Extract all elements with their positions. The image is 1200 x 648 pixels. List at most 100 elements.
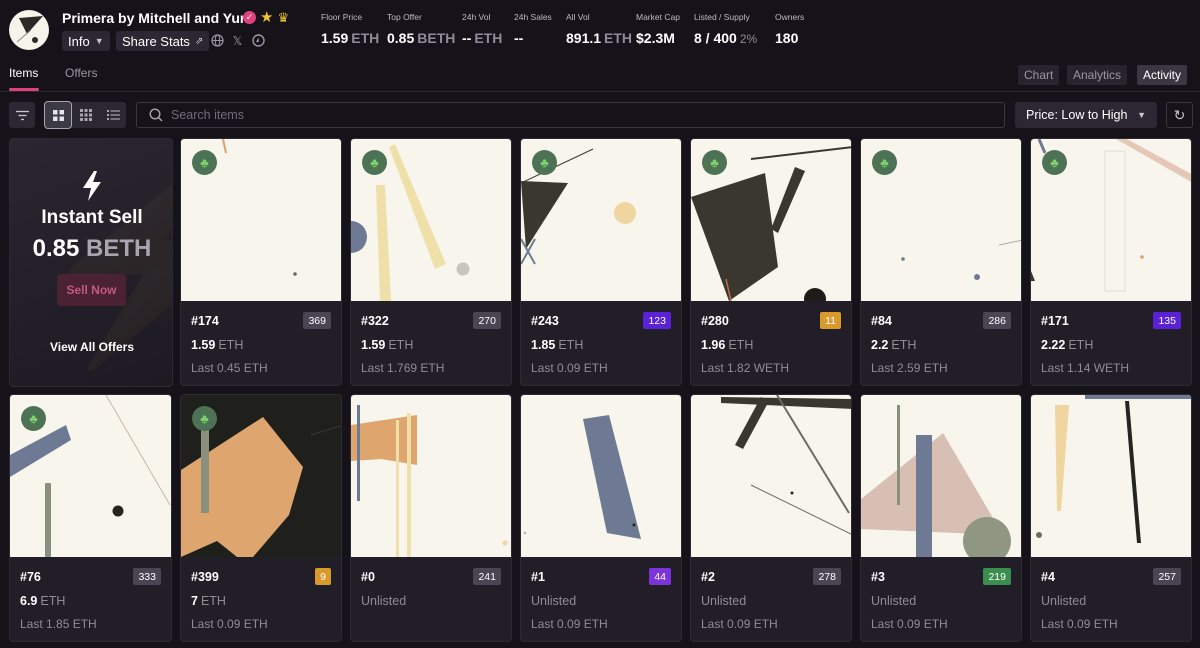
view-small-grid-button[interactable] [73, 102, 99, 128]
item-card[interactable]: ♣ #171 135 2.22 ETH Last 1.14 WETH [1030, 138, 1192, 386]
opensea-icon[interactable] [251, 33, 266, 48]
stat-owners: Owners 180 [775, 12, 805, 46]
item-artwork: ♣ [521, 139, 681, 301]
globe-icon[interactable] [210, 33, 225, 48]
item-last-sale: Last 1.769 ETH [361, 361, 445, 375]
tab-analytics[interactable]: Analytics [1067, 65, 1128, 85]
share-stats-label: Share Stats [122, 33, 190, 49]
rarity-rank-badge: 286 [983, 312, 1011, 329]
item-token-id: #84 [871, 314, 892, 328]
item-card[interactable]: #2 278 Unlisted Last 0.09 ETH [690, 394, 852, 642]
item-price: 2.2 ETH [871, 338, 917, 352]
item-last-sale: Last 0.09 ETH [871, 617, 948, 631]
item-token-id: #174 [191, 314, 219, 328]
verified-badge-icon: ✓ [243, 11, 256, 24]
info-dropdown-button[interactable]: Info ▼ [62, 31, 110, 51]
item-price: Unlisted [701, 594, 747, 608]
small-grid-icon [80, 109, 92, 121]
item-artwork: ♣ [181, 395, 341, 557]
item-token-id: #280 [701, 314, 729, 328]
item-price: 6.9 ETH [20, 594, 66, 608]
stat-all-vol: All Vol 891.1 ETH [566, 12, 633, 46]
tab-offers[interactable]: Offers [65, 66, 97, 80]
view-large-grid-button[interactable] [44, 101, 72, 129]
rarity-rank-badge: 369 [303, 312, 331, 329]
collection-avatar[interactable] [9, 10, 49, 50]
clover-icon: ♣ [1042, 150, 1067, 175]
rarity-rank-badge: 241 [473, 568, 501, 585]
rarity-rank-badge: 135 [1153, 312, 1181, 329]
tab-items[interactable]: Items [9, 66, 38, 80]
item-token-id: #322 [361, 314, 389, 328]
item-price: Unlisted [1041, 594, 1087, 608]
clover-icon: ♣ [192, 406, 217, 431]
item-card[interactable]: #0 241 Unlisted [350, 394, 512, 642]
item-artwork: ♣ [10, 395, 171, 557]
rarity-rank-badge: 278 [813, 568, 841, 585]
filter-toggle-button[interactable] [9, 102, 35, 128]
clover-icon: ♣ [702, 150, 727, 175]
item-token-id: #171 [1041, 314, 1069, 328]
view-list-button[interactable] [100, 102, 126, 128]
rarity-rank-badge: 123 [643, 312, 671, 329]
share-stats-button[interactable]: Share Stats ⇗ [116, 31, 210, 51]
item-last-sale: Last 0.45 ETH [191, 361, 268, 375]
search-input[interactable] [171, 108, 971, 122]
chevron-down-icon: ▼ [94, 36, 104, 46]
item-price: 1.59 ETH [361, 338, 414, 352]
search-icon [149, 108, 163, 122]
item-last-sale: Last 0.09 ETH [191, 617, 268, 631]
crown-icon: ♛ [277, 10, 290, 25]
chevron-down-icon: ▼ [1137, 110, 1146, 120]
stat-24h-vol: 24h Vol -- ETH [462, 12, 503, 46]
sort-dropdown[interactable]: Price: Low to High ▼ [1015, 102, 1157, 128]
rarity-rank-badge: 333 [133, 568, 161, 585]
item-card[interactable]: ♣ #280 11 1.96 ETH Last 1.82 WETH [690, 138, 852, 386]
instant-sell-amount: 0.85 BETH [32, 235, 152, 262]
tab-activity[interactable]: Activity [1137, 65, 1188, 85]
item-card[interactable]: #4 257 Unlisted Last 0.09 ETH [1030, 394, 1192, 642]
tabs-divider [0, 91, 1200, 92]
clover-icon: ♣ [362, 150, 387, 175]
lightning-icon [10, 171, 172, 201]
stat-top-offer: Top Offer 0.85 BETH [387, 12, 456, 46]
view-all-offers-link[interactable]: View All Offers [10, 340, 172, 354]
instant-sell-card: ⚡ Instant Sell 0.85 BETH Sell Now View A… [9, 138, 173, 387]
item-card[interactable]: ♣ #322 270 1.59 ETH Last 1.769 ETH [350, 138, 512, 386]
sell-now-button[interactable]: Sell Now [57, 274, 126, 306]
refresh-button[interactable]: ↻ [1166, 102, 1193, 128]
item-price: 1.96 ETH [701, 338, 754, 352]
item-card[interactable]: ♣ #84 286 2.2 ETH Last 2.59 ETH [860, 138, 1022, 386]
collection-header: Primera by Mitchell and Yun ✓ ★ ♛ Info ▼… [0, 0, 1200, 60]
stat-24h-sales: 24h Sales -- [514, 12, 552, 46]
item-artwork: ♣ [1031, 139, 1191, 301]
star-icon[interactable]: ★ [260, 10, 273, 25]
item-card[interactable]: #1 44 Unlisted Last 0.09 ETH [520, 394, 682, 642]
rarity-rank-badge: 11 [820, 312, 841, 329]
item-token-id: #1 [531, 570, 545, 584]
item-card[interactable]: #3 219 Unlisted Last 0.09 ETH [860, 394, 1022, 642]
clover-icon: ♣ [21, 406, 46, 431]
item-artwork [691, 395, 851, 557]
tab-chart[interactable]: Chart [1018, 65, 1060, 85]
item-card[interactable]: ♣ #174 369 1.59 ETH Last 0.45 ETH [180, 138, 342, 386]
refresh-icon: ↻ [1173, 106, 1186, 123]
item-artwork: ♣ [691, 139, 851, 301]
rarity-rank-badge: 9 [315, 568, 331, 585]
stat-listed-supply: Listed / Supply 8 / 400 2% [694, 12, 758, 46]
x-twitter-icon[interactable]: 𝕏 [230, 33, 245, 48]
item-last-sale: Last 0.09 ETH [531, 617, 608, 631]
item-token-id: #2 [701, 570, 715, 584]
item-card[interactable]: ♣ #243 123 1.85 ETH Last 0.09 ETH [520, 138, 682, 386]
item-artwork [351, 395, 511, 557]
sort-label: Price: Low to High [1026, 108, 1128, 122]
item-card[interactable]: ♣ #76 333 6.9 ETH Last 1.85 ETH [9, 394, 172, 642]
rarity-rank-badge: 270 [473, 312, 501, 329]
rarity-rank-badge: 44 [649, 568, 671, 585]
item-card[interactable]: ♣ #399 9 7 ETH Last 0.09 ETH [180, 394, 342, 642]
item-price: 7 ETH [191, 594, 226, 608]
stat-market-cap: Market Cap $2.3M [636, 12, 680, 46]
collection-name: Primera by Mitchell and Yun [62, 10, 249, 26]
clover-icon: ♣ [872, 150, 897, 175]
item-last-sale: Last 2.59 ETH [871, 361, 948, 375]
